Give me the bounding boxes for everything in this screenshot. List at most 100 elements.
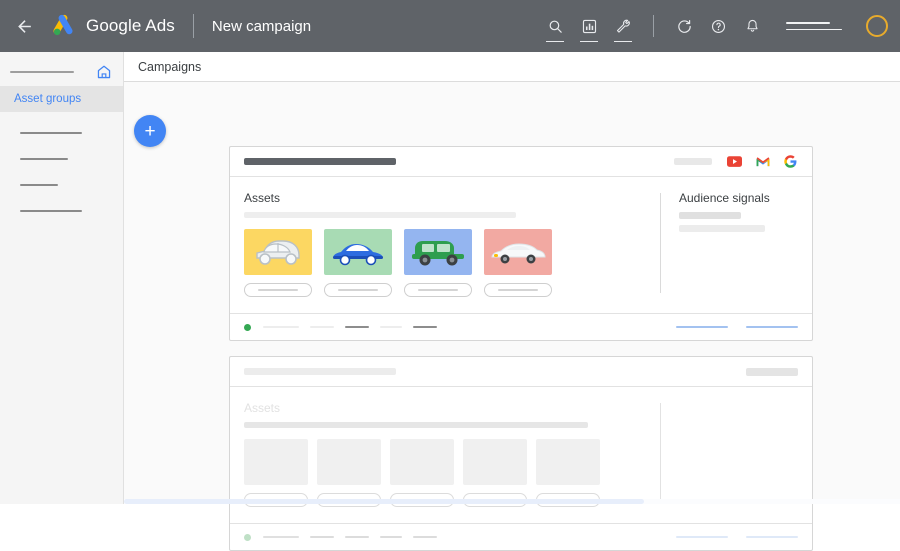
add-asset-group-button[interactable]: +: [134, 115, 166, 147]
appbar-divider: [192, 14, 194, 38]
audience-column: Audience signals: [679, 191, 798, 299]
help-icon[interactable]: [708, 16, 728, 36]
sedan-car-icon: [333, 244, 383, 266]
sidebar-item-line: [20, 184, 58, 186]
sidebar-item-placeholder-4[interactable]: [0, 198, 123, 224]
audience-placeholder-2: [679, 225, 765, 232]
footer-link-2[interactable]: [746, 535, 798, 539]
car-thumbnail-blue[interactable]: [404, 229, 472, 275]
card-header: [230, 357, 812, 387]
footer-metric-line: [380, 535, 402, 539]
card-status-placeholder: [746, 367, 798, 376]
footer-links: [676, 325, 798, 329]
reports-icon[interactable]: [579, 16, 599, 42]
sidebar-title-placeholder: [10, 71, 74, 73]
sidebar-item-placeholder-1[interactable]: [0, 120, 123, 146]
asset-chip[interactable]: [244, 283, 312, 297]
asset-item[interactable]: [484, 229, 552, 297]
footer-metric-line: [345, 535, 369, 539]
footer-metrics: [263, 325, 437, 329]
footer-link-1[interactable]: [676, 325, 728, 329]
footer-link-1[interactable]: [676, 535, 728, 539]
asset-item[interactable]: [324, 229, 392, 297]
asset-placeholder-1[interactable]: [244, 439, 308, 485]
arrow-back-icon: [17, 19, 31, 33]
asset-item[interactable]: [404, 229, 472, 297]
search-glyph: [549, 20, 562, 33]
car-thumbnail-green[interactable]: [324, 229, 392, 275]
search-icon[interactable]: [545, 16, 565, 42]
sidebar-item-label: Asset groups: [14, 93, 82, 105]
sidebar-item-asset-groups[interactable]: Asset groups: [0, 86, 123, 112]
assets-subtitle-placeholder: [244, 212, 516, 218]
sidebar-item-line: [20, 132, 82, 134]
sidebar-item-line: [20, 210, 82, 212]
sidebar-items: [0, 120, 123, 224]
suv-car-icon: [412, 241, 464, 266]
footer-metric-line: [413, 535, 437, 539]
asset-placeholder-5[interactable]: [536, 439, 600, 485]
brand[interactable]: Google Ads: [50, 13, 175, 39]
card-body: Assets: [230, 387, 812, 509]
tools-icon[interactable]: [613, 16, 633, 42]
asset-item[interactable]: [463, 439, 527, 507]
sidebar: Asset groups: [0, 52, 124, 504]
footer-link-2[interactable]: [746, 325, 798, 329]
asset-item[interactable]: [244, 439, 308, 507]
brand-title: Google Ads: [86, 16, 175, 35]
refresh-icon[interactable]: [674, 16, 694, 36]
asset-chip-line: [338, 289, 378, 291]
asset-chip-line: [258, 289, 298, 291]
asset-item[interactable]: [536, 439, 600, 507]
car-thumbnail-yellow[interactable]: [244, 229, 312, 275]
notifications-bell-icon[interactable]: [742, 16, 762, 36]
asset-group-card[interactable]: Assets Audience signals: [229, 146, 813, 341]
sidebar-item-placeholder-2[interactable]: [0, 146, 123, 172]
scroll-area: + Assets Audience signals Assets: [124, 82, 900, 551]
card-footer: [230, 313, 812, 340]
main-content: Campaigns + Assets Audience signals Asse…: [124, 52, 900, 551]
tab-campaigns[interactable]: Campaigns: [138, 60, 201, 74]
asset-placeholder-2[interactable]: [317, 439, 381, 485]
asset-placeholder-3[interactable]: [390, 439, 454, 485]
footer-metric-line: [263, 535, 299, 539]
channel-icons: [674, 154, 798, 169]
asset-placeholder-4[interactable]: [463, 439, 527, 485]
back-button[interactable]: [6, 8, 42, 44]
footer-metric-line: [413, 325, 437, 329]
asset-group-card-skeleton[interactable]: Assets: [229, 356, 813, 551]
audience-column: [679, 401, 798, 509]
asset-chip[interactable]: [404, 283, 472, 297]
card-column-divider: [660, 403, 661, 503]
card-title-placeholder: [244, 368, 396, 375]
asset-item[interactable]: [317, 439, 381, 507]
footer-metric-line: [310, 535, 334, 539]
bell-glyph: [746, 19, 758, 32]
assets-title: Assets: [244, 401, 281, 415]
asset-chip[interactable]: [484, 283, 552, 297]
asset-item[interactable]: [244, 229, 312, 297]
home-icon[interactable]: [95, 63, 113, 81]
card-body: Assets: [230, 177, 812, 299]
asset-item[interactable]: [390, 439, 454, 507]
footer-metrics: [263, 535, 437, 539]
card-status-placeholder: [674, 158, 712, 165]
avatar[interactable]: [866, 15, 888, 37]
sidebar-item-placeholder-3[interactable]: [0, 172, 123, 198]
asset-chip[interactable]: [324, 283, 392, 297]
horizontal-scrollbar-thumb[interactable]: [124, 499, 644, 504]
refresh-glyph: [677, 19, 691, 33]
card-column-divider: [660, 193, 661, 293]
account-placeholder[interactable]: [786, 22, 842, 30]
car-thumbnail-pink[interactable]: [484, 229, 552, 275]
sidebar-header: [0, 58, 123, 86]
wrench-glyph: [616, 19, 630, 33]
horizontal-scrollbar[interactable]: [124, 499, 900, 504]
reports-glyph: [582, 19, 596, 33]
gmail-icon: [755, 154, 770, 169]
tab-bar: Campaigns: [124, 52, 900, 82]
card-title-placeholder: [244, 158, 396, 165]
footer-metric-line: [310, 325, 334, 329]
coupe-car-icon: [491, 243, 546, 264]
youtube-icon: [727, 154, 742, 169]
